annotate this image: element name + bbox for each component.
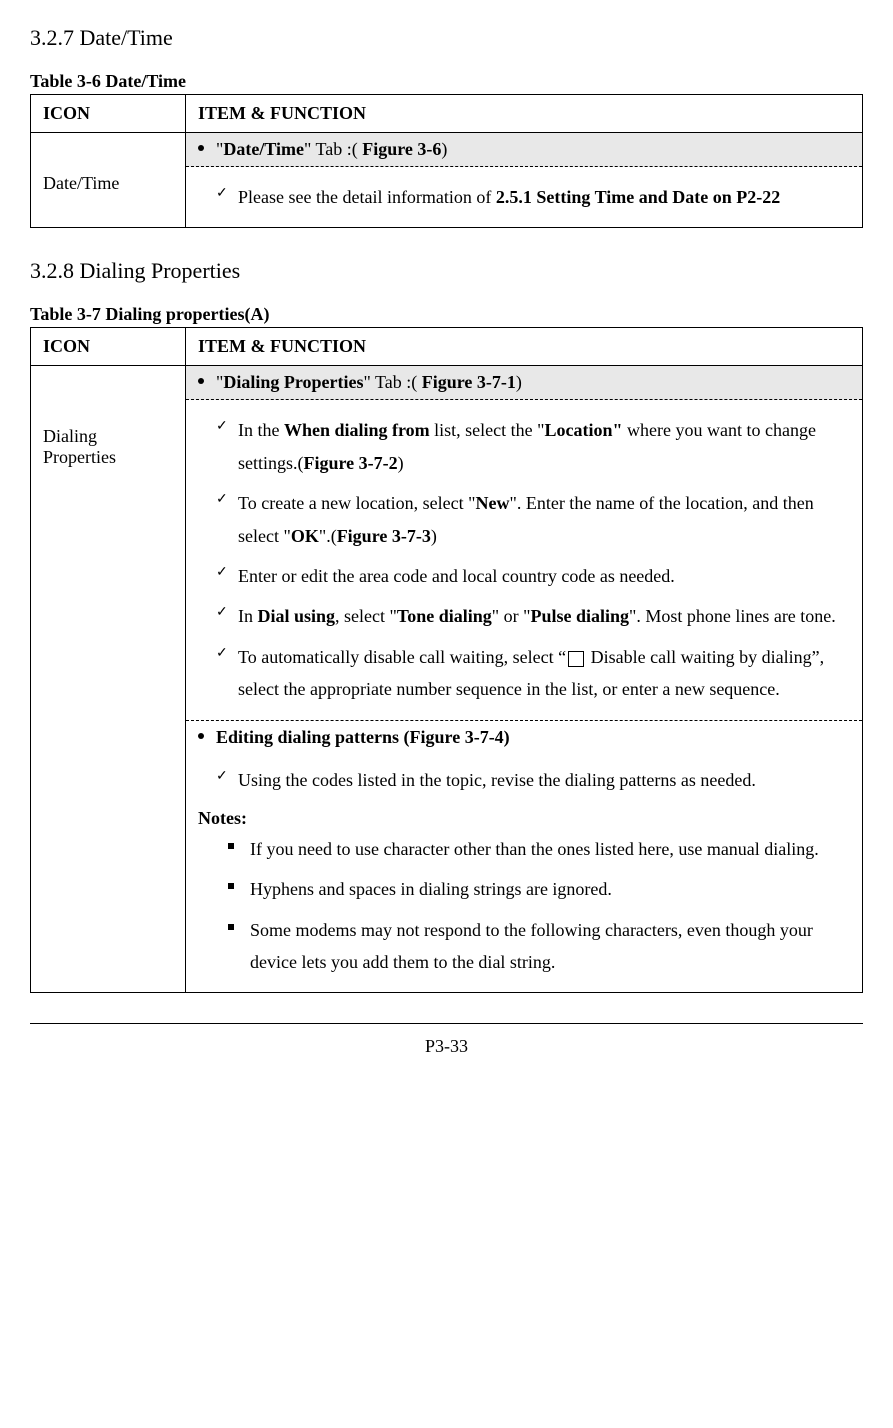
notes-item: Hyphens and spaces in dialing strings ar… [228,869,850,909]
list-item: To create a new location, select "New". … [216,483,850,556]
th-icon: ICON [31,95,186,133]
tab-close-paren: ) [516,372,522,392]
cell-content-datetime: "Date/Time" Tab :( Figure 3-6) Please se… [186,133,863,228]
bullet-icon [198,378,204,384]
tab-colon: :( [342,139,362,159]
section-heading-dialing: 3.2.8 Dialing Properties [30,258,863,284]
th-icon: ICON [31,328,186,366]
tab-fig: Figure 3-7-1 [422,372,516,392]
bullet-icon [198,145,204,151]
notes-item: Some modems may not respond to the follo… [228,910,850,983]
quote-close-tab: " Tab [304,139,342,159]
table-row: Dialing Properties "Dialing Properties" … [31,366,863,993]
sub-header-editing: Editing dialing patterns (Figure 3-7-4) [186,720,862,754]
list-dialing-main: In the When dialing from list, select th… [216,410,850,709]
tab-header-datetime: "Date/Time" Tab :( Figure 3-6) [186,133,862,167]
cell-icon-dialing: Dialing Properties [31,366,186,993]
cell-content-dialing: "Dialing Properties" Tab :( Figure 3-7-1… [186,366,863,993]
th-item-function: ITEM & FUNCTION [186,95,863,133]
tab-close-paren: ) [441,139,447,159]
table-caption-36: Table 3-6 Date/Time [30,71,863,92]
list-editing: Using the codes listed in the topic, rev… [216,760,850,800]
tab-header-dialing: "Dialing Properties" Tab :( Figure 3-7-1… [186,366,862,400]
page-number: P3-33 [30,1023,863,1057]
cell-icon-datetime: Date/Time [31,133,186,228]
table-dialing: ICON ITEM & FUNCTION Dialing Properties … [30,327,863,993]
table-datetime: ICON ITEM & FUNCTION Date/Time "Date/Tim… [30,94,863,228]
item-bold: 2.5.1 Setting Time and Date on P2-22 [496,187,780,207]
section-heading-datetime: 3.2.7 Date/Time [30,25,863,51]
list-item: Enter or edit the area code and local co… [216,556,850,596]
list-item: Please see the detail information of 2.5… [216,177,850,217]
list-item: In the When dialing from list, select th… [216,410,850,483]
notes-list: If you need to use character other than … [228,829,850,983]
notes-item: If you need to use character other than … [228,829,850,869]
quote-close-tab: " Tab [364,372,402,392]
list-item: In Dial using, select "Tone dialing" or … [216,596,850,636]
tab-name: Date/Time [223,139,304,159]
table-caption-37: Table 3-7 Dialing properties(A) [30,304,863,325]
tab-name: Dialing Properties [223,372,363,392]
tab-colon: :( [402,372,422,392]
th-item-function: ITEM & FUNCTION [186,328,863,366]
item-text: Please see the detail information of [238,187,496,207]
checkbox-icon [568,651,584,667]
notes-label: Notes: [198,808,850,829]
list-datetime: Please see the detail information of 2.5… [216,177,850,217]
list-item: To automatically disable call waiting, s… [216,637,850,710]
table-row: Date/Time "Date/Time" Tab :( Figure 3-6)… [31,133,863,228]
sub-header-text: Editing dialing patterns (Figure 3-7-4) [216,727,510,747]
list-item: Using the codes listed in the topic, rev… [216,760,850,800]
bullet-icon [198,733,204,739]
tab-fig: Figure 3-6 [362,139,441,159]
